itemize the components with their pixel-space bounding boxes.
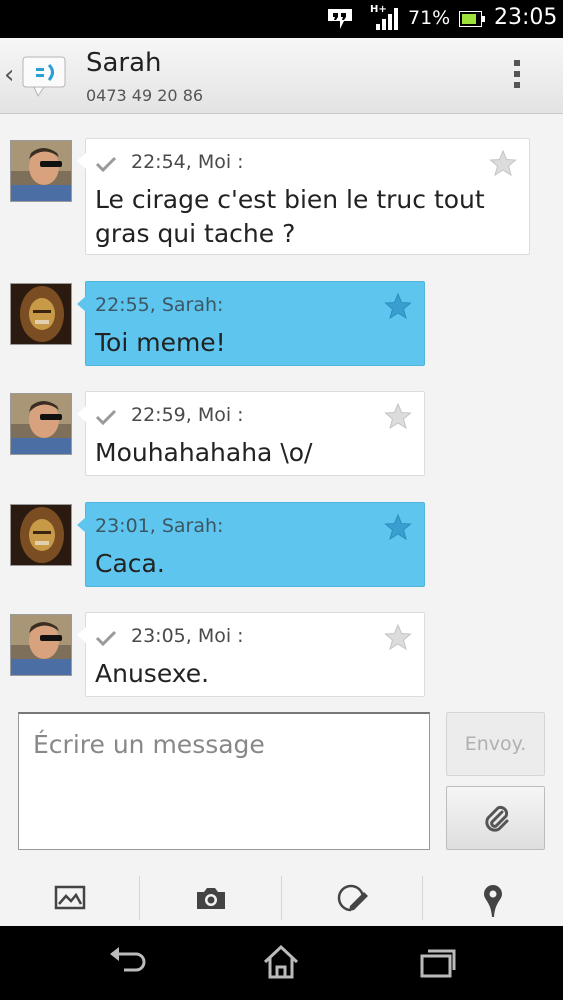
message-bubble[interactable]: 22:54, Moi : Le cirage c'est bien le tru…	[76, 138, 530, 255]
sent-check-icon	[95, 409, 117, 426]
star-icon[interactable]	[384, 513, 412, 541]
signal-icon	[376, 8, 398, 30]
message-meta: 23:01, Sarah:	[95, 515, 224, 537]
contact-number: 0473 49 20 86	[86, 86, 204, 105]
star-icon[interactable]	[384, 292, 412, 320]
send-button[interactable]: Envoy.	[446, 712, 545, 776]
message-text: Le cirage c'est bien le truc tout gras q…	[95, 185, 485, 248]
message-row: 22:54, Moi : Le cirage c'est bien le tru…	[0, 138, 563, 258]
message-list[interactable]: 22:54, Moi : Le cirage c'est bien le tru…	[0, 115, 563, 705]
avatar-photo-me	[11, 394, 71, 454]
message-meta: 22:55, Sarah:	[95, 294, 224, 316]
star-icon[interactable]	[489, 149, 517, 177]
back-chevron-icon[interactable]: ‹	[4, 60, 14, 90]
message-bubble[interactable]: 23:01, Sarah: Caca.	[77, 502, 425, 587]
home-icon[interactable]	[259, 942, 303, 982]
sketch-icon	[337, 884, 368, 912]
message-text: Caca.	[95, 549, 165, 578]
avatar-photo-sarah	[11, 505, 71, 565]
message-row: 22:55, Sarah: Toi meme!	[0, 281, 563, 371]
contact-name: Sarah	[86, 48, 162, 78]
toolbar-divider	[139, 876, 140, 920]
star-icon[interactable]	[384, 402, 412, 430]
conversation-header: ‹ Sarah 0473 49 20 86	[0, 38, 563, 114]
message-meta: 22:59, Moi :	[131, 404, 244, 426]
sent-check-icon	[95, 630, 117, 647]
message-meta: 22:54, Moi :	[131, 151, 244, 173]
message-row: 23:01, Sarah: Caca.	[0, 502, 563, 592]
message-input[interactable]: Écrire un message	[18, 712, 430, 850]
avatar[interactable]	[10, 614, 72, 676]
attach-camera-button[interactable]	[141, 876, 282, 920]
overflow-menu-icon[interactable]	[505, 58, 529, 94]
camera-icon	[197, 888, 225, 909]
recent-apps-icon[interactable]	[416, 942, 460, 982]
message-input-placeholder: Écrire un message	[33, 730, 265, 759]
back-icon[interactable]	[104, 942, 148, 982]
attachment-toolbar	[0, 870, 563, 926]
message-bubble[interactable]: 22:59, Moi : Mouhahahaha \o/	[76, 391, 425, 476]
message-meta: 23:05, Moi :	[131, 625, 244, 647]
attach-sketch-button[interactable]	[282, 876, 423, 920]
attach-button[interactable]	[446, 786, 545, 850]
message-text: Toi meme!	[95, 328, 226, 357]
attach-picture-button[interactable]	[0, 876, 141, 920]
status-clock: 23:05	[494, 5, 558, 30]
status-bar: H+ 71% 23:05	[0, 0, 563, 38]
message-bubble[interactable]: 22:55, Sarah: Toi meme!	[77, 281, 425, 366]
message-text: Mouhahahaha \o/	[95, 438, 313, 467]
star-icon[interactable]	[384, 623, 412, 651]
avatar-photo-sarah	[11, 284, 71, 344]
avatar-photo-me	[11, 141, 71, 201]
battery-icon	[459, 11, 485, 27]
message-text: Anusexe.	[95, 659, 210, 688]
avatar[interactable]	[10, 504, 72, 566]
picture-icon	[54, 885, 86, 910]
messaging-app-icon[interactable]	[20, 54, 68, 98]
navigation-bar	[0, 926, 563, 1000]
message-row: 22:59, Moi : Mouhahahaha \o/	[0, 391, 563, 481]
attach-location-button[interactable]	[423, 876, 563, 920]
avatar[interactable]	[10, 283, 72, 345]
message-row: 23:05, Moi : Anusexe.	[0, 612, 563, 702]
sent-check-icon	[95, 156, 117, 173]
avatar[interactable]	[10, 393, 72, 455]
location-pin-icon	[484, 885, 502, 917]
paperclip-icon	[485, 805, 509, 832]
message-bubble[interactable]: 23:05, Moi : Anusexe.	[76, 612, 425, 697]
battery-percent: 71%	[408, 7, 451, 29]
messaging-screen: H+ 71% 23:05 ‹ Sarah 0473 49 20 86 22:54…	[0, 0, 563, 1000]
avatar[interactable]	[10, 140, 72, 202]
avatar-photo-me	[11, 615, 71, 675]
hangouts-icon	[328, 9, 352, 29]
